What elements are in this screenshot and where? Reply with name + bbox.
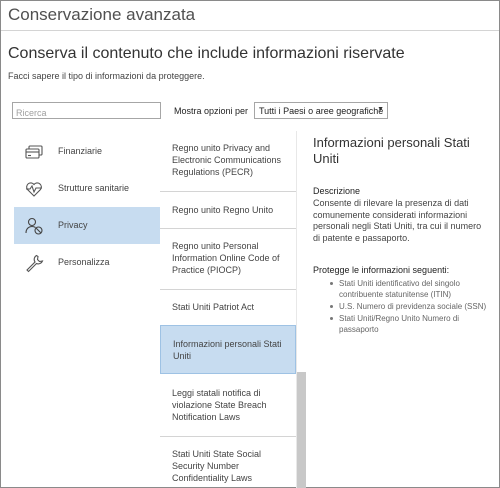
category-custom[interactable]: Personalizza <box>14 244 160 281</box>
protected-info-list: Stati Uniti identificativo del singolo c… <box>313 278 493 336</box>
region-filter-value: Tutti i Paesi o aree geografiche <box>259 106 384 116</box>
window-title: Conservazione avanzata <box>8 5 196 24</box>
wrench-icon <box>24 253 44 273</box>
list-divider <box>160 228 296 229</box>
region-filter-dropdown[interactable]: Tutti i Paesi o aree geografiche ▼ <box>254 102 388 119</box>
list-divider <box>160 191 296 192</box>
list-item: U.S. Numero di previdenza sociale (SSN) <box>313 301 493 312</box>
credit-card-icon <box>24 142 44 162</box>
page-headline: Conserva il contenuto che include inform… <box>8 45 405 62</box>
list-item[interactable]: Regno unito Personal Information Online … <box>160 240 296 276</box>
scrollbar-thumb[interactable] <box>297 372 306 488</box>
list-item[interactable]: Stati Uniti Patriot Act <box>160 301 296 313</box>
filter-label: Mostra opzioni per <box>174 106 249 116</box>
list-item: Stati Uniti identificativo del singolo c… <box>313 278 493 300</box>
page-subtitle: Facci sapere il tipo di informazioni da … <box>8 71 205 81</box>
search-box[interactable] <box>12 102 161 121</box>
list-item-selected[interactable]: Informazioni personali Stati Uniti <box>160 325 296 374</box>
category-label: Personalizza <box>58 257 110 267</box>
list-divider <box>160 436 296 437</box>
list-item[interactable]: Regno unito Privacy and Electronic Commu… <box>160 142 296 178</box>
category-label: Strutture sanitarie <box>58 183 130 193</box>
protects-heading: Protegge le informazioni seguenti: <box>313 265 450 275</box>
category-healthcare[interactable]: Strutture sanitarie <box>14 170 160 207</box>
list-item[interactable]: Regno unito Regno Unito <box>160 204 296 216</box>
heartbeat-icon <box>24 179 44 199</box>
description-heading: Descrizione <box>313 186 361 196</box>
description-text: Consente di rilevare la presenza di dati… <box>313 198 482 243</box>
category-financial[interactable]: Finanziarie <box>14 133 160 170</box>
list-item[interactable]: Leggi statali notifica di violazione Sta… <box>160 387 296 423</box>
list-item: Stati Uniti/Regno Unito Numero di passap… <box>313 313 493 335</box>
list-divider <box>160 289 296 290</box>
template-list[interactable]: Regno unito Privacy and Electronic Commu… <box>160 131 296 488</box>
category-label: Finanziarie <box>58 146 103 156</box>
category-privacy[interactable]: Privacy <box>14 207 160 244</box>
title-divider <box>1 30 499 31</box>
list-item[interactable]: Stati Uniti State Social Security Number… <box>160 448 296 484</box>
detail-pane: Informazioni personali Stati Uniti <box>313 135 493 167</box>
search-input[interactable] <box>13 105 160 121</box>
detail-title: Informazioni personali Stati Uniti <box>313 135 470 166</box>
privacy-person-icon <box>24 216 44 236</box>
category-label: Privacy <box>58 220 88 230</box>
dropdown-arrow-icon: ▼ <box>377 106 384 113</box>
